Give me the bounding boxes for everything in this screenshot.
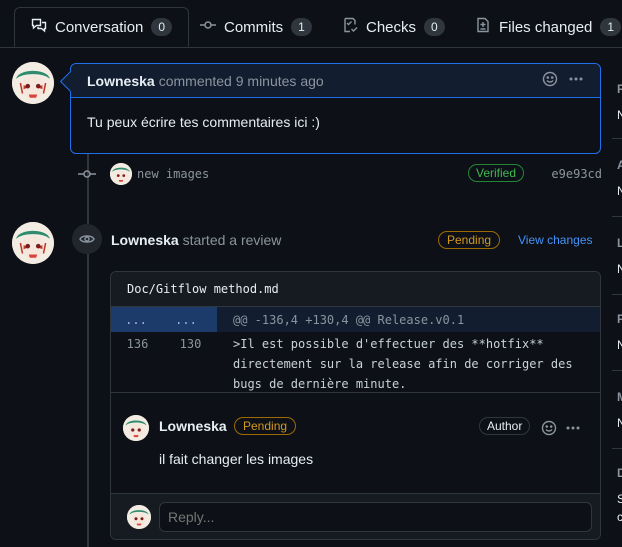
- tab-label: Commits: [224, 18, 284, 36]
- review-header: Lowneska started a review: [111, 232, 281, 248]
- tab-checks[interactable]: Checks 0: [342, 8, 445, 46]
- sidebar-value: N: [617, 262, 622, 276]
- smiley-icon[interactable]: [542, 71, 558, 90]
- sidebar-divider: [612, 138, 622, 139]
- sidebar-heading: P: [617, 312, 622, 326]
- hunk-left-dots: ...: [125, 312, 147, 327]
- pending-badge: Pending: [234, 417, 297, 435]
- tab-label: Conversation: [55, 18, 144, 36]
- commit-message[interactable]: new images: [137, 167, 209, 181]
- sidebar-value: N: [617, 416, 622, 430]
- sidebar-value: N: [617, 338, 622, 352]
- tab-conversation[interactable]: Conversation 0: [14, 7, 190, 47]
- diff-hunk-header: ... ... @@ -136,4 +130,4 @@ Release.v0.1: [111, 307, 600, 332]
- tab-count: 1: [291, 18, 312, 36]
- thread-body: il fait changer les images: [159, 451, 314, 467]
- sidebar-heading: L: [617, 236, 622, 250]
- commit-icon: [200, 17, 216, 37]
- tab-label: Files changed: [499, 18, 593, 36]
- tab-count: 0: [424, 18, 445, 36]
- sidebar-heading: R: [617, 82, 622, 96]
- sidebar-divider: [612, 370, 622, 371]
- verified-badge[interactable]: Verified: [468, 164, 525, 182]
- code-text: >Il est possible d'effectuer des **hotfi…: [217, 334, 573, 394]
- pending-badge: Pending: [438, 231, 501, 249]
- thread-author[interactable]: Lowneska: [159, 418, 227, 434]
- code-line: directement sur la release afin de corri…: [233, 357, 573, 371]
- comment-box: Lowneska commented 9 minutes ago Tu peux…: [59, 63, 601, 154]
- sidebar-value: c: [617, 510, 622, 524]
- hunk-expand[interactable]: ... ...: [111, 307, 217, 332]
- file-diff-icon: [475, 17, 491, 37]
- review-action: started a review: [182, 232, 282, 248]
- commit-row: new images Verified e9e93cd: [78, 162, 602, 186]
- sidebar-divider: [612, 216, 622, 217]
- checklist-icon: [342, 17, 358, 37]
- tab-label: Checks: [366, 18, 417, 36]
- sidebar-value: N: [617, 108, 622, 122]
- diff-line: 136 130 >Il est possible d'effectuer des…: [111, 332, 600, 394]
- commit-sha[interactable]: e9e93cd: [551, 167, 602, 181]
- kebab-horizontal-icon[interactable]: [565, 420, 581, 439]
- reply-bar: [111, 493, 600, 539]
- comment-discussion-icon: [31, 17, 47, 37]
- kebab-horizontal-icon[interactable]: [568, 71, 584, 90]
- review-box: Doc/Gitflow method.md ... ... @@ -136,4 …: [110, 271, 601, 540]
- sidebar-heading: D: [617, 466, 622, 480]
- tab-count: 0: [151, 18, 173, 36]
- tab-files-changed[interactable]: Files changed 1: [475, 8, 622, 46]
- line-number-new: 130: [179, 337, 202, 351]
- author-badge: Author: [479, 417, 531, 435]
- sidebar-divider: [612, 294, 622, 295]
- sidebar-value: S: [617, 492, 622, 506]
- avatar[interactable]: [110, 163, 132, 185]
- tab-commits[interactable]: Commits 1: [200, 8, 312, 46]
- git-commit-icon: [78, 166, 96, 185]
- comment-actions: [542, 71, 584, 90]
- review-author[interactable]: Lowneska: [111, 232, 179, 248]
- comment-header: Lowneska commented 9 minutes ago: [71, 64, 600, 98]
- line-number-old: 136: [126, 337, 149, 351]
- timeline-line: [87, 254, 89, 547]
- pr-tabbar: Conversation 0 Commits 1 Checks 0 Files …: [0, 0, 622, 48]
- avatar[interactable]: [12, 222, 54, 264]
- avatar[interactable]: [123, 415, 149, 441]
- comment-body: Tu peux écrire tes commentaires ici :): [87, 114, 320, 130]
- file-path[interactable]: Doc/Gitflow method.md: [111, 272, 600, 307]
- view-changes-link[interactable]: View changes: [518, 233, 593, 247]
- sidebar-heading: A: [617, 158, 622, 172]
- hunk-text: @@ -136,4 +130,4 @@ Release.v0.1: [217, 307, 600, 332]
- comment-author[interactable]: Lowneska: [87, 73, 155, 89]
- comment-meta[interactable]: commented 9 minutes ago: [159, 73, 324, 89]
- sidebar-divider: [612, 448, 622, 449]
- avatar[interactable]: [12, 62, 54, 104]
- reply-input[interactable]: [159, 502, 592, 532]
- review-thread: Lowneska Pending Author il fait changer …: [111, 392, 600, 493]
- avatar: [127, 505, 151, 529]
- code-line: >Il est possible d'effectuer des **hotfi…: [233, 337, 544, 351]
- sidebar-heading: M: [617, 390, 622, 404]
- eye-icon: [72, 224, 102, 254]
- code-line: bugs de dernière minute.: [233, 377, 407, 391]
- tab-count: 1: [600, 18, 622, 36]
- smiley-icon[interactable]: [541, 420, 557, 439]
- hunk-right-dots: ...: [175, 312, 197, 327]
- sidebar-value: N: [617, 184, 622, 198]
